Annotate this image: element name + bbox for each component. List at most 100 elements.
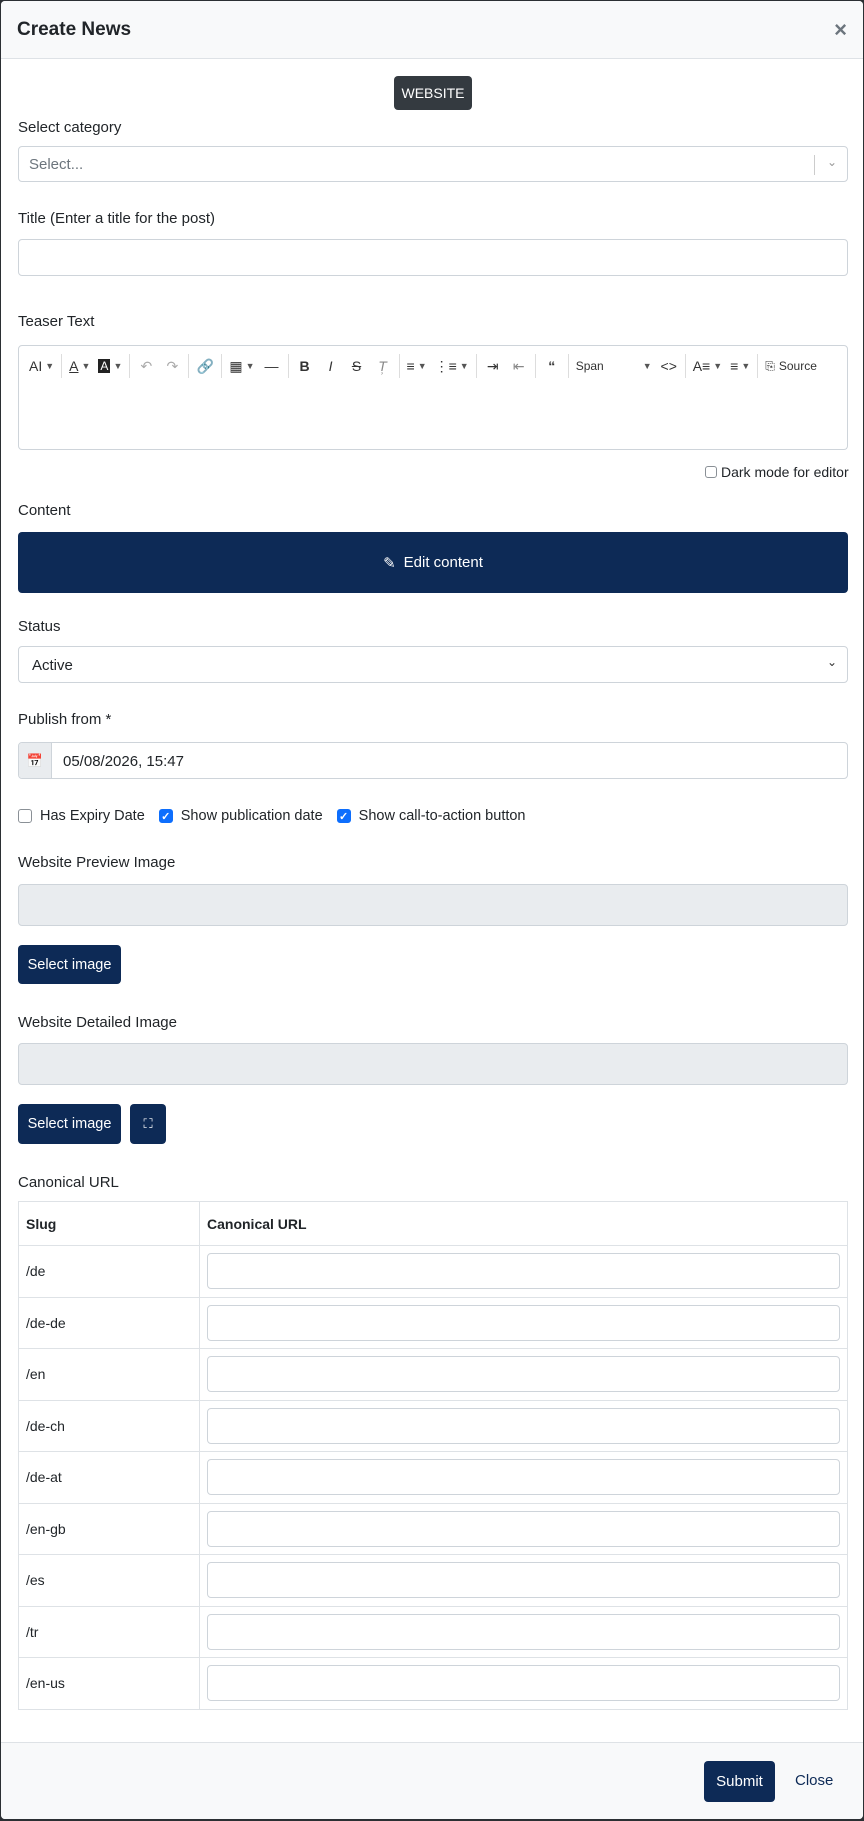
canonical-url-input[interactable] bbox=[207, 1407, 840, 1444]
submit-button[interactable]: Submit bbox=[704, 1761, 775, 1802]
dark-mode-label: Dark mode for editor bbox=[721, 464, 849, 480]
canonical-url-input[interactable] bbox=[207, 1459, 840, 1496]
calendar-icon[interactable]: 📅 bbox=[19, 743, 52, 778]
canonical-url-input[interactable] bbox=[207, 1665, 840, 1702]
toolbar-divider bbox=[129, 354, 131, 378]
status-label: Status bbox=[18, 618, 61, 635]
toolbar-divider bbox=[287, 354, 289, 378]
url-cell bbox=[199, 1399, 848, 1452]
bold-icon[interactable]: B bbox=[292, 351, 318, 381]
select-detailed-image-button[interactable]: Select image bbox=[18, 1104, 121, 1144]
expiry-checkbox[interactable] bbox=[18, 809, 32, 823]
bulleted-list-icon[interactable]: ⋮≡ ▼ bbox=[431, 351, 473, 381]
table-row: /de bbox=[18, 1245, 848, 1298]
span-style-dropdown[interactable]: Span ▼ bbox=[572, 351, 656, 381]
slug-cell: /tr bbox=[18, 1605, 200, 1658]
font-background-icon[interactable]: A ▼ bbox=[94, 351, 126, 381]
status-select[interactable]: Active ⌄ bbox=[18, 646, 848, 683]
cta-checkbox[interactable]: ✓ bbox=[336, 809, 351, 823]
category-label: Select category bbox=[18, 119, 122, 136]
redo-icon[interactable]: ↷ bbox=[159, 351, 185, 381]
cta-label: Show call-to-action button bbox=[358, 808, 526, 824]
canonical-url-input[interactable] bbox=[207, 1356, 840, 1393]
publish-date-input[interactable]: 📅 05/08/2026, 15:47 bbox=[18, 742, 848, 779]
undo-icon[interactable]: ↶ bbox=[133, 351, 159, 381]
canonical-url-input[interactable] bbox=[207, 1562, 840, 1599]
category-placeholder: Select... bbox=[29, 156, 84, 173]
teaser-editor[interactable] bbox=[18, 386, 848, 450]
strikethrough-icon[interactable]: S bbox=[344, 351, 370, 381]
toolbar-divider bbox=[475, 354, 477, 378]
link-icon[interactable]: 🔗 bbox=[192, 351, 218, 381]
canonical-url-input[interactable] bbox=[207, 1253, 840, 1290]
slug-cell: /es bbox=[18, 1554, 200, 1607]
expiry-label: Has Expiry Date bbox=[40, 808, 145, 824]
expiry-option[interactable]: Has Expiry Date bbox=[18, 808, 145, 824]
slug-cell: /en-us bbox=[18, 1657, 200, 1710]
table-row: /tr bbox=[18, 1605, 848, 1658]
status-value: Active bbox=[32, 657, 73, 674]
italic-icon[interactable]: I bbox=[318, 351, 344, 381]
modal-title: Create News bbox=[17, 18, 132, 40]
cta-option[interactable]: ✓ Show call-to-action button bbox=[336, 808, 526, 824]
url-cell bbox=[199, 1451, 848, 1504]
canonical-url-input[interactable] bbox=[207, 1613, 840, 1650]
edit-content-label: Edit content bbox=[403, 554, 483, 571]
toolbar-divider bbox=[188, 354, 190, 378]
select-preview-image-button[interactable]: Select image bbox=[18, 945, 121, 984]
slug-cell: /en-gb bbox=[18, 1502, 200, 1555]
preview-image-field bbox=[18, 884, 848, 926]
detailed-image-label: Website Detailed Image bbox=[18, 1014, 177, 1031]
table-row: /es bbox=[18, 1554, 848, 1607]
canonical-url-input[interactable] bbox=[207, 1510, 840, 1547]
font-color-icon[interactable]: A ▼ bbox=[65, 351, 94, 381]
indent-icon[interactable]: ⇥ bbox=[480, 351, 506, 381]
edit-content-button[interactable]: ✎ Edit content bbox=[18, 532, 848, 593]
table-header-row: Slug Canonical URL bbox=[18, 1201, 848, 1246]
table-row: /en-gb bbox=[18, 1502, 848, 1555]
close-button[interactable]: Close bbox=[795, 1772, 833, 1789]
table-row: /de-at bbox=[18, 1451, 848, 1504]
category-select[interactable]: Select... ⌄ bbox=[18, 146, 848, 182]
table-row: /de-de bbox=[18, 1296, 848, 1349]
channel-badge[interactable]: WEBSITE bbox=[394, 76, 472, 110]
chevron-down-icon[interactable]: ⌄ bbox=[827, 655, 837, 669]
editor-toolbar: AI ▼ A ▼ A ▼ ↶ ↷ 🔗 ▦ ▼ — B I S T̹ ≡ ▼ ⋮≡ ▼ ⇥ ⇤… bbox=[18, 345, 848, 387]
table-icon[interactable]: ▦ ▼ bbox=[225, 351, 258, 381]
pub-date-option[interactable]: ✓ Show publication date bbox=[158, 808, 323, 824]
pub-date-checkbox[interactable]: ✓ bbox=[158, 809, 173, 823]
canonical-table: Slug Canonical URL /de /de-de /en /de-ch… bbox=[18, 1201, 848, 1710]
source-button[interactable]: ⎘ Source bbox=[761, 351, 821, 381]
canonical-url-input[interactable] bbox=[207, 1304, 840, 1341]
teaser-label: Teaser Text bbox=[18, 313, 95, 330]
code-icon[interactable]: <> bbox=[656, 351, 682, 381]
remove-format-icon[interactable]: T̹ bbox=[370, 351, 396, 381]
url-cell bbox=[199, 1502, 848, 1555]
span-option: Span bbox=[575, 359, 604, 373]
slug-cell: /de-ch bbox=[18, 1399, 200, 1452]
modal-footer: Submit Close bbox=[1, 1742, 863, 1819]
select-separator bbox=[814, 155, 815, 175]
canonical-label: Canonical URL bbox=[18, 1174, 119, 1191]
numbered-list-icon[interactable]: ≡ ▼ bbox=[403, 351, 431, 381]
blockquote-icon[interactable]: “ bbox=[539, 351, 565, 381]
table-row: /en bbox=[18, 1348, 848, 1401]
align-icon[interactable]: ≡ ▼ bbox=[726, 351, 754, 381]
source-label: Source bbox=[778, 359, 817, 373]
toolbar-divider bbox=[221, 354, 223, 378]
text-style-icon[interactable]: A≡ ▼ bbox=[689, 351, 726, 381]
expand-icon[interactable]: ⛶ bbox=[130, 1104, 166, 1144]
dark-mode-toggle[interactable]: Dark mode for editor bbox=[705, 464, 849, 481]
close-icon[interactable]: × bbox=[834, 18, 847, 41]
pencil-icon: ✎ bbox=[383, 554, 396, 572]
ai-button[interactable]: AI ▼ bbox=[25, 351, 58, 381]
table-row: /en-us bbox=[18, 1657, 848, 1710]
dark-mode-checkbox[interactable] bbox=[705, 466, 717, 478]
horizontal-line-icon[interactable]: — bbox=[259, 351, 285, 381]
options-row: Has Expiry Date ✓ Show publication date ✓… bbox=[18, 808, 526, 824]
outdent-icon[interactable]: ⇤ bbox=[506, 351, 532, 381]
title-input[interactable] bbox=[18, 239, 848, 276]
toolbar-divider bbox=[684, 354, 686, 378]
url-cell bbox=[199, 1348, 848, 1401]
chevron-down-icon[interactable]: ⌄ bbox=[827, 155, 837, 169]
